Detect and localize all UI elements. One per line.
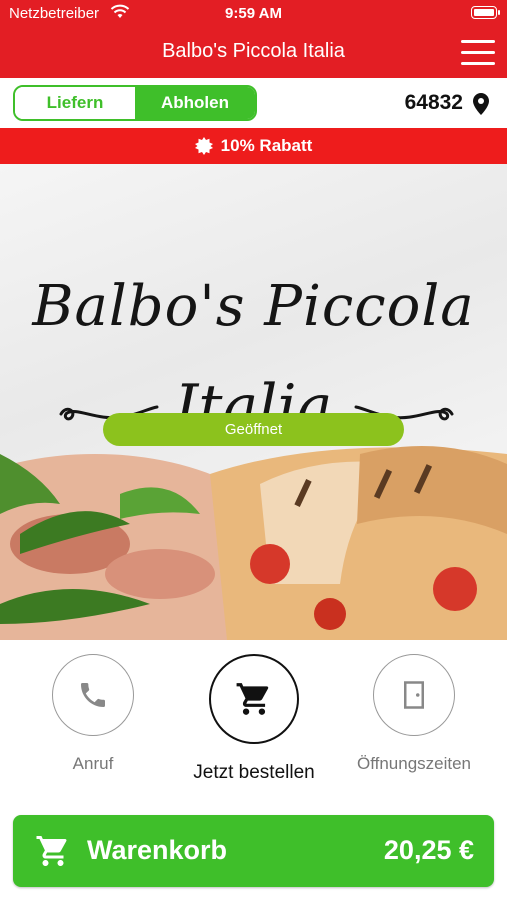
call-button[interactable] <box>52 654 134 736</box>
battery-icon <box>471 6 497 19</box>
cart-icon <box>36 836 67 866</box>
shopping-cart-icon <box>236 683 269 715</box>
opening-hours-button[interactable] <box>373 654 455 736</box>
cart-total: 20,25 € <box>383 835 474 865</box>
opening-hours-label: Öffnungszeiten <box>356 754 472 773</box>
order-mode-bar: Liefern Abholen 64832 <box>0 78 507 129</box>
discount-badge-icon <box>194 137 213 155</box>
page-title: Balbo's Piccola Italia <box>162 40 345 62</box>
tab-deliver[interactable]: Liefern <box>15 87 135 119</box>
discount-label: 10% Rabatt <box>220 136 313 155</box>
status-bar: Netzbetreiber 9:59 AM <box>0 0 507 28</box>
delivery-mode-toggle: Liefern Abholen <box>13 85 257 121</box>
cart-label: Warenkorb <box>87 835 228 865</box>
location-pin-icon[interactable] <box>473 93 489 115</box>
clock: 9:59 AM <box>225 5 282 22</box>
order-action[interactable]: Jetzt bestellen <box>184 654 324 784</box>
open-status-badge: Geöffnet <box>103 413 404 446</box>
order-now-button[interactable] <box>209 654 299 744</box>
battery-tip <box>498 10 500 15</box>
hamburger-menu-icon[interactable] <box>461 40 495 66</box>
quick-actions: Anruf Jetzt bestellen Öffnungszeiten <box>0 640 507 800</box>
food-photo <box>0 446 507 640</box>
restaurant-logo-line1: Balbo's Piccola <box>32 274 475 339</box>
hours-action[interactable]: Öffnungszeiten <box>344 654 484 774</box>
call-label: Anruf <box>72 754 114 773</box>
hero-banner: Balbo's Piccola Italia <box>0 164 507 640</box>
tab-pickup[interactable]: Abholen <box>135 87 255 119</box>
discount-banner[interactable]: 10% Rabatt <box>0 128 507 164</box>
nav-bar: Balbo's Piccola Italia <box>0 28 507 78</box>
door-icon <box>404 681 424 709</box>
postal-code[interactable]: 64832 <box>405 91 463 115</box>
call-action[interactable]: Anruf <box>23 654 163 774</box>
cart-button[interactable]: Warenkorb 20,25 € <box>13 815 494 887</box>
order-now-label: Jetzt bestellen <box>193 762 315 783</box>
phone-icon <box>81 683 105 707</box>
